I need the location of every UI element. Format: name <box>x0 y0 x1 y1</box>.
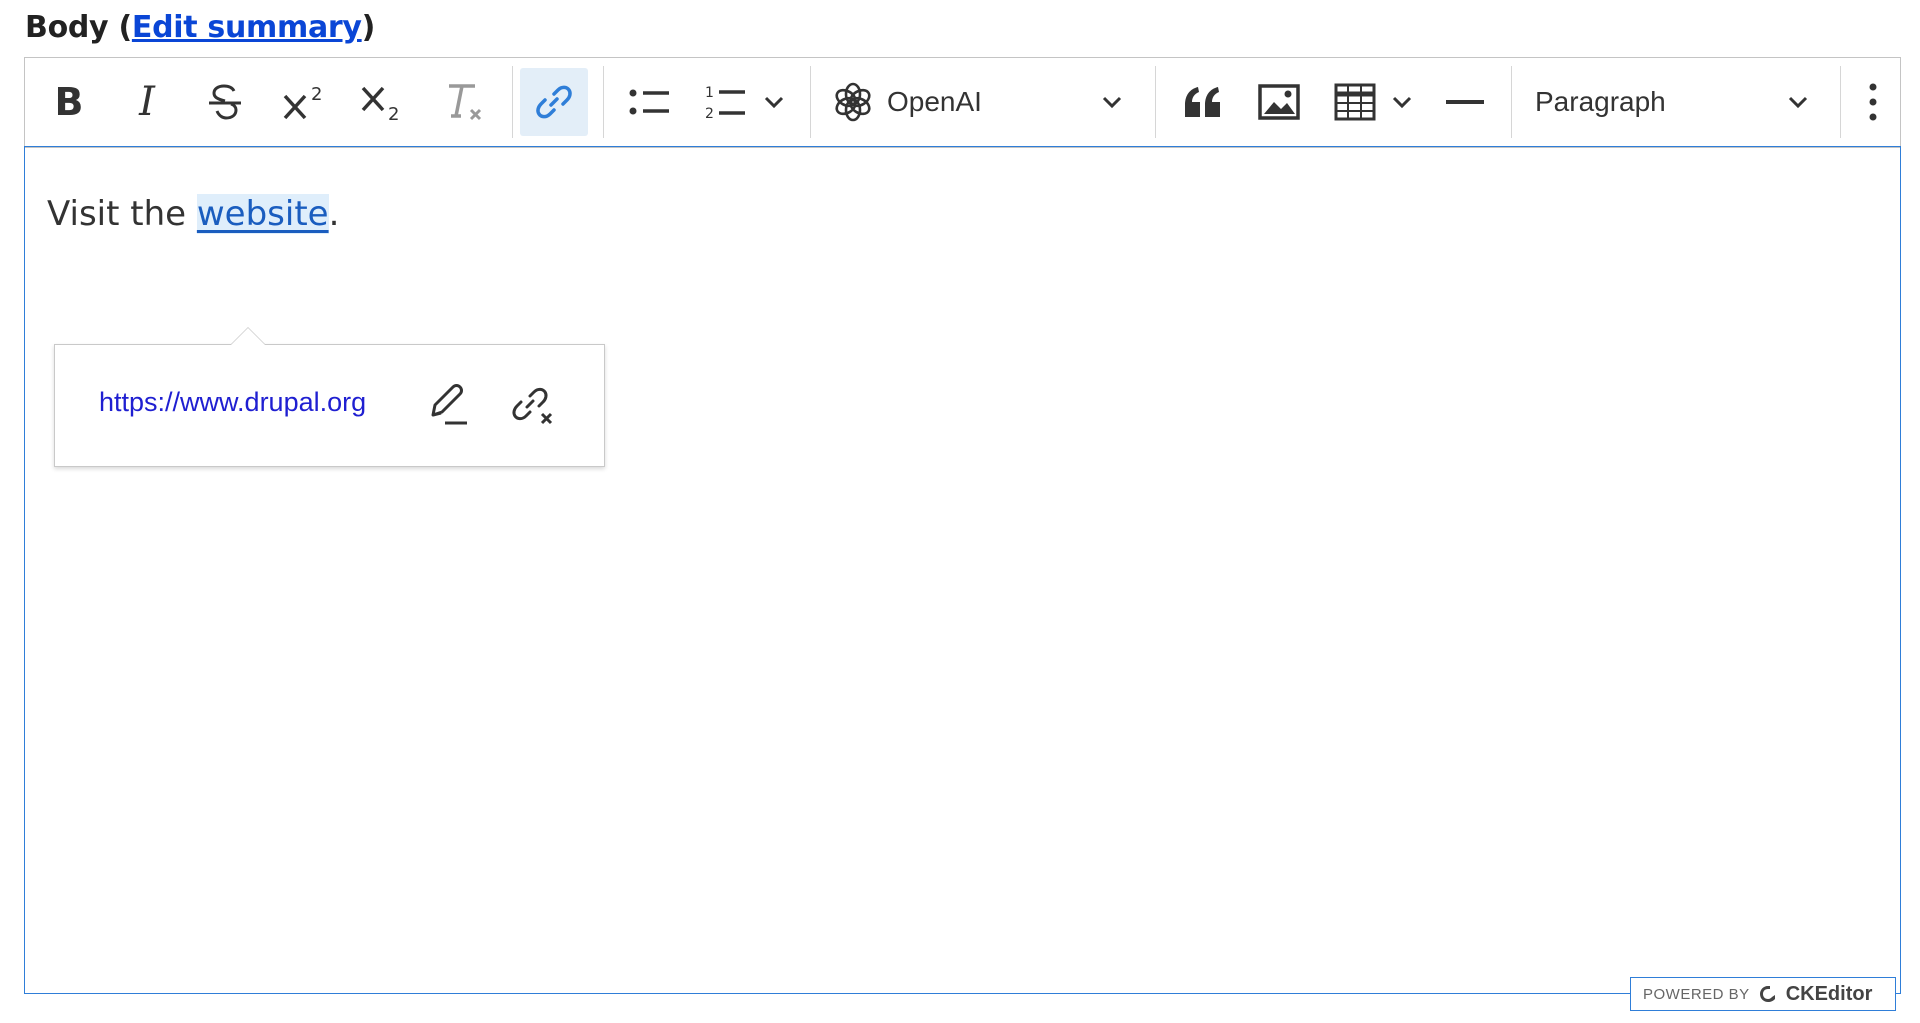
numbered-list-icon: 1 2 <box>705 85 745 122</box>
table-dropdown[interactable] <box>1385 68 1419 136</box>
horizontal-line-button[interactable] <box>1435 68 1495 136</box>
edit-link-button[interactable] <box>419 377 475 433</box>
paragraph-text-after: . <box>328 194 340 234</box>
heading-dropdown[interactable]: Paragraph <box>1521 68 1821 136</box>
balloon-link-url[interactable]: https://www.drupal.org <box>99 387 366 418</box>
chevron-down-icon <box>1788 96 1808 109</box>
strikethrough-icon <box>209 84 241 120</box>
unlink-button[interactable] <box>505 377 561 433</box>
insert-image-button[interactable] <box>1249 68 1309 136</box>
toolbar-separator <box>512 66 513 138</box>
bulleted-list-button[interactable] <box>619 68 679 136</box>
powered-by-brand: CKEditor <box>1785 982 1873 1005</box>
numbered-list-button[interactable]: 1 2 <box>697 68 753 136</box>
svg-text:1: 1 <box>705 85 714 101</box>
chevron-down-icon <box>764 96 784 109</box>
insert-table-button[interactable] <box>1327 68 1383 136</box>
paragraph-label: Paragraph <box>1535 86 1666 117</box>
vertical-dots-icon <box>1869 83 1877 121</box>
field-label-prefix: Body ( <box>25 10 132 45</box>
openai-label: OpenAI <box>887 86 982 117</box>
content-paragraph: Visit the website. <box>47 194 339 234</box>
chevron-down-icon <box>1102 96 1122 109</box>
image-icon <box>1258 84 1300 120</box>
italic-icon: I <box>139 79 155 125</box>
bold-button[interactable]: B <box>41 68 97 136</box>
svg-text:2: 2 <box>311 84 322 105</box>
balloon-arrow <box>230 327 266 345</box>
unlink-icon <box>512 387 553 425</box>
editor-content[interactable]: Visit the website. https://www.drupal.or… <box>24 146 1901 994</box>
editor-toolbar: B I 2 2 1 2 OpenAI Paragraph <box>25 58 1900 148</box>
pencil-icon <box>431 384 467 425</box>
remove-format-button[interactable] <box>433 68 493 136</box>
chevron-down-icon <box>1392 96 1412 109</box>
toolbar-separator <box>810 66 811 138</box>
openai-icon <box>835 82 871 122</box>
field-label: Body (Edit summary) <box>25 10 375 45</box>
superscript-button[interactable]: 2 <box>275 68 335 136</box>
edit-summary-link[interactable]: Edit summary <box>132 10 362 45</box>
block-quote-button[interactable] <box>1173 68 1233 136</box>
superscript-icon: 2 <box>283 84 322 120</box>
quote-icon <box>1185 87 1220 117</box>
toolbar-separator <box>603 66 604 138</box>
toolbar-separator <box>1840 66 1841 138</box>
link-icon <box>536 85 572 119</box>
bulleted-list-icon <box>629 89 669 115</box>
table-icon <box>1334 83 1376 121</box>
numbered-list-dropdown[interactable] <box>757 68 791 136</box>
openai-dropdown[interactable]: OpenAI <box>825 68 1135 136</box>
ckeditor-logo-icon <box>1759 986 1775 1002</box>
subscript-icon: 2 <box>361 86 399 124</box>
link-balloon: https://www.drupal.org <box>54 327 605 467</box>
powered-by-prefix: POWERED BY <box>1643 985 1750 1003</box>
svg-text:2: 2 <box>705 106 714 122</box>
horizontal-line-icon <box>1446 100 1484 104</box>
link-button[interactable] <box>520 68 588 136</box>
more-options-button[interactable] <box>1851 68 1895 136</box>
remove-format-icon <box>449 84 482 121</box>
bold-icon: B <box>54 80 84 124</box>
field-label-suffix: ) <box>361 10 376 45</box>
subscript-button[interactable]: 2 <box>353 68 413 136</box>
ckeditor: B I 2 2 1 2 OpenAI Paragraph Visit the w… <box>24 57 1901 994</box>
content-link[interactable]: website <box>196 194 329 234</box>
svg-text:2: 2 <box>388 104 399 124</box>
italic-button[interactable]: I <box>119 68 175 136</box>
paragraph-text-before: Visit the <box>47 194 197 234</box>
toolbar-separator <box>1155 66 1156 138</box>
strikethrough-button[interactable] <box>197 68 253 136</box>
powered-by-ckeditor-badge[interactable]: POWERED BY CKEditor <box>1630 977 1896 1011</box>
toolbar-separator <box>1511 66 1512 138</box>
